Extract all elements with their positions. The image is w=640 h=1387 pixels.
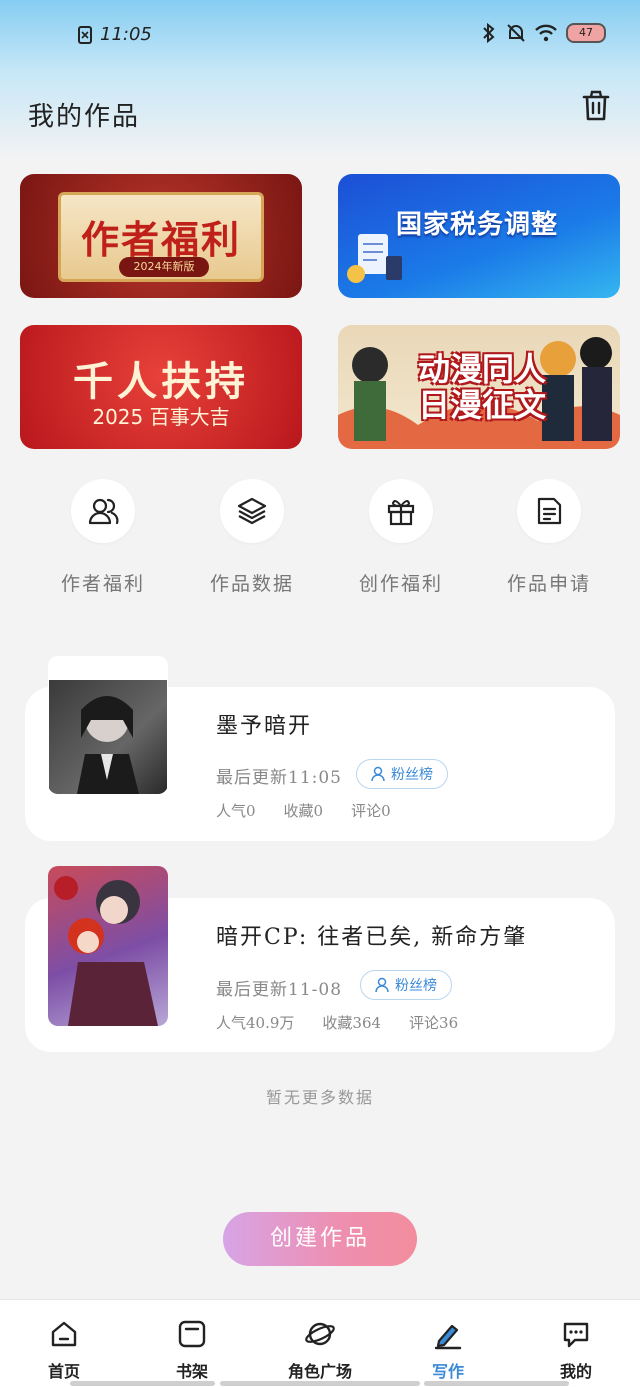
quick-label: 作品申请 — [506, 573, 591, 595]
home-indicator — [424, 1381, 569, 1386]
status-time: 11:05 — [78, 24, 152, 45]
quick-creation-benefits[interactable]: 创作福利 — [341, 479, 461, 596]
pen-icon — [434, 1324, 462, 1350]
banner-author-benefits[interactable]: 作者福利 2024年新版 — [20, 174, 302, 298]
tab-character-plaza[interactable]: 角色广场 — [270, 1318, 370, 1382]
home-icon — [51, 1321, 77, 1347]
quick-work-application[interactable]: 作品申请 — [489, 479, 609, 596]
work-cover[interactable] — [48, 866, 168, 1026]
stat-comments: 评论0 — [351, 802, 391, 820]
work-last-update: 最后更新11-08 — [216, 980, 343, 1000]
battery-level: 47 — [579, 26, 593, 39]
tab-label: 写作 — [431, 1362, 464, 1381]
banner-title: 国家税务调整 — [396, 210, 559, 240]
user-icon — [371, 766, 385, 782]
time-text: 11:05 — [100, 24, 152, 45]
fans-label: 粉丝榜 — [395, 978, 437, 994]
stat-popularity: 人气40.9万 — [216, 1014, 295, 1032]
page-title: 我的作品 — [28, 102, 141, 132]
wifi-icon — [535, 24, 557, 42]
users-icon — [88, 498, 119, 525]
quick-label: 作品数据 — [209, 573, 294, 595]
quick-work-data[interactable]: 作品数据 — [192, 479, 312, 596]
layers-icon — [237, 497, 267, 525]
work-cover[interactable] — [48, 656, 168, 794]
quick-icon-circle — [71, 479, 135, 543]
fans-label: 粉丝榜 — [391, 767, 433, 783]
banner-subtitle: 2025 百事大吉 — [92, 405, 230, 429]
quick-icon-circle — [369, 479, 433, 543]
work-title: 暗开CP: 往者已矣, 新命方肇 — [216, 925, 528, 950]
bookshelf-icon — [178, 1320, 206, 1348]
trash-icon — [582, 90, 610, 121]
work-last-update: 最后更新11:05 — [216, 768, 342, 788]
quick-icon-circle — [517, 479, 581, 543]
banner-tax-adjustment[interactable]: 国家税务调整 — [338, 174, 620, 298]
tab-write[interactable]: 写作 — [398, 1318, 498, 1382]
tab-label: 角色广场 — [287, 1362, 352, 1381]
delete-button[interactable] — [578, 88, 614, 124]
banner-title: 千人扶持 — [73, 359, 249, 405]
no-more-data-text: 暂无更多数据 — [265, 1088, 374, 1107]
status-bar: 11:05 47 — [0, 0, 640, 72]
quick-label: 作者福利 — [60, 573, 145, 595]
banner-scroll: 作者福利 2024年新版 — [58, 192, 264, 282]
mute-bell-icon — [507, 24, 525, 42]
tab-label: 书架 — [175, 1362, 208, 1381]
user-icon — [375, 977, 389, 993]
fans-ranking-button[interactable]: 粉丝榜 — [356, 759, 448, 789]
work-title: 墨予暗开 — [216, 714, 313, 739]
banner-subtitle: 2024年新版 — [119, 257, 209, 277]
quick-label: 创作福利 — [358, 573, 443, 595]
fans-ranking-button[interactable]: 粉丝榜 — [360, 970, 452, 1000]
tab-mine[interactable]: 我的 — [526, 1318, 626, 1382]
banner-anime-fanfic[interactable]: 动漫同人 日漫征文 — [338, 325, 620, 449]
stat-comments: 评论36 — [409, 1014, 459, 1032]
planet-icon — [305, 1322, 335, 1346]
status-icons: 47 — [480, 22, 606, 44]
cover-image — [49, 680, 167, 794]
banner-title: 动漫同人 日漫征文 — [417, 350, 546, 424]
character-illustration — [54, 876, 158, 1026]
chat-icon — [563, 1322, 589, 1348]
stat-favorites: 收藏0 — [283, 802, 324, 820]
bottom-tab-bar: 首页 书架 角色广场 写作 我的 — [0, 1299, 640, 1387]
tab-bookshelf[interactable]: 书架 — [142, 1318, 242, 1382]
tab-label: 首页 — [47, 1362, 80, 1381]
work-stats: 人气0 收藏0 评论0 — [216, 800, 391, 821]
gift-icon — [387, 500, 415, 526]
stat-popularity: 人气0 — [216, 802, 256, 820]
home-indicator — [220, 1381, 420, 1386]
create-work-button[interactable]: 创建作品 — [223, 1212, 417, 1266]
quick-author-benefits[interactable]: 作者福利 — [43, 479, 163, 596]
banner-title: 作者福利 — [80, 218, 241, 262]
document-icon — [537, 497, 562, 525]
tab-home[interactable]: 首页 — [14, 1318, 114, 1382]
tab-label: 我的 — [559, 1362, 592, 1381]
home-indicator — [70, 1381, 215, 1386]
banner-thousand-support[interactable]: 千人扶持 2025 百事大吉 — [20, 325, 302, 449]
sim-card-icon — [78, 25, 92, 44]
battery-icon: 47 — [566, 23, 606, 43]
character-illustration — [77, 696, 139, 794]
stat-favorites: 收藏364 — [322, 1014, 382, 1032]
bluetooth-icon — [483, 22, 495, 44]
quick-icon-circle — [220, 479, 284, 543]
work-stats: 人气40.9万 收藏364 评论36 — [216, 1012, 458, 1033]
